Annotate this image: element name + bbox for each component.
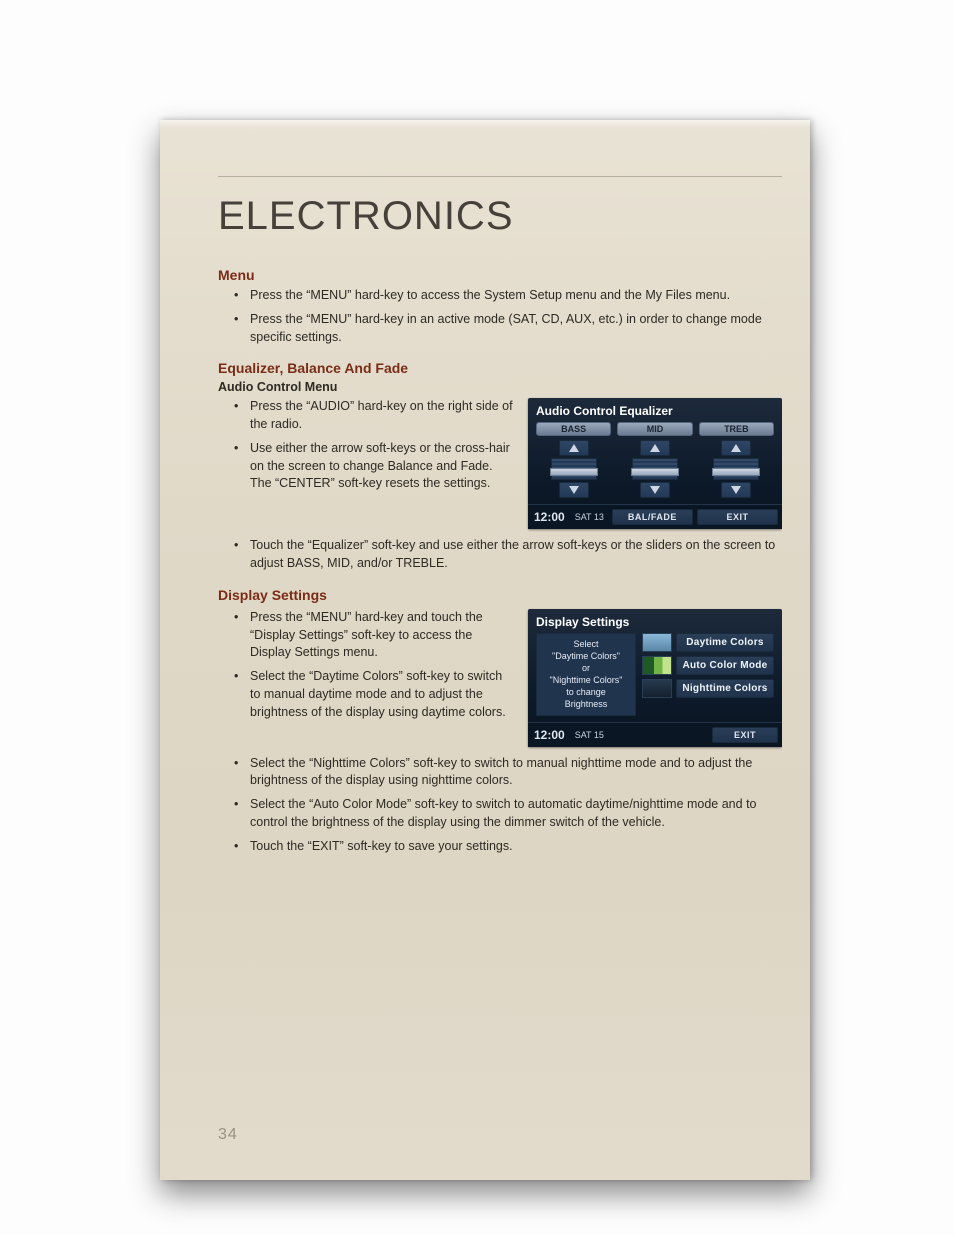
list-item: Touch the “EXIT” soft-key to save your s… [218,838,782,856]
eq-bullets: Press the “AUDIO” hard-key on the right … [218,398,782,493]
list-item: Use either the arrow soft-keys or the cr… [218,440,782,493]
top-rule [218,176,782,177]
bal-fade-button[interactable]: BAL/FADE [612,509,693,525]
list-item: Select the “Nighttime Colors” soft-key t… [218,755,782,791]
section-heading-equalizer: Equalizer, Balance And Fade [218,360,782,376]
clock-display: 12:00 [532,727,567,743]
sub-heading-audio-control: Audio Control Menu [218,380,782,394]
list-item: Press the “AUDIO” hard-key on the right … [218,398,782,434]
clock-display: 12:00 [532,509,567,525]
exit-button[interactable]: EXIT [712,727,778,743]
page-title: ELECTRONICS [218,194,782,239]
sat-display: SAT 13 [571,509,608,525]
list-item: Select the “Auto Color Mode” soft-key to… [218,796,782,832]
list-item: Select the “Daytime Colors” soft-key to … [218,668,782,721]
exit-button[interactable]: EXIT [697,509,778,525]
menu-bullets: Press the “MENU” hard-key to access the … [218,287,782,346]
manual-page: ELECTRONICS Menu Press the “MENU” hard-k… [160,120,810,1180]
sat-display: SAT 15 [571,727,608,743]
list-item: Press the “MENU” hard-key and touch the … [218,609,782,662]
section-heading-display: Display Settings [218,587,782,603]
eq-bullets-below: Touch the “Equalizer” soft-key and use e… [218,537,782,573]
page-number: 34 [218,1126,238,1144]
list-item: Touch the “Equalizer” soft-key and use e… [218,537,782,573]
section-heading-menu: Menu [218,267,782,283]
list-item: Press the “MENU” hard-key to access the … [218,287,782,305]
list-item: Press the “MENU” hard-key in an active m… [218,311,782,347]
display-bullets-below: Select the “Nighttime Colors” soft-key t… [218,755,782,856]
